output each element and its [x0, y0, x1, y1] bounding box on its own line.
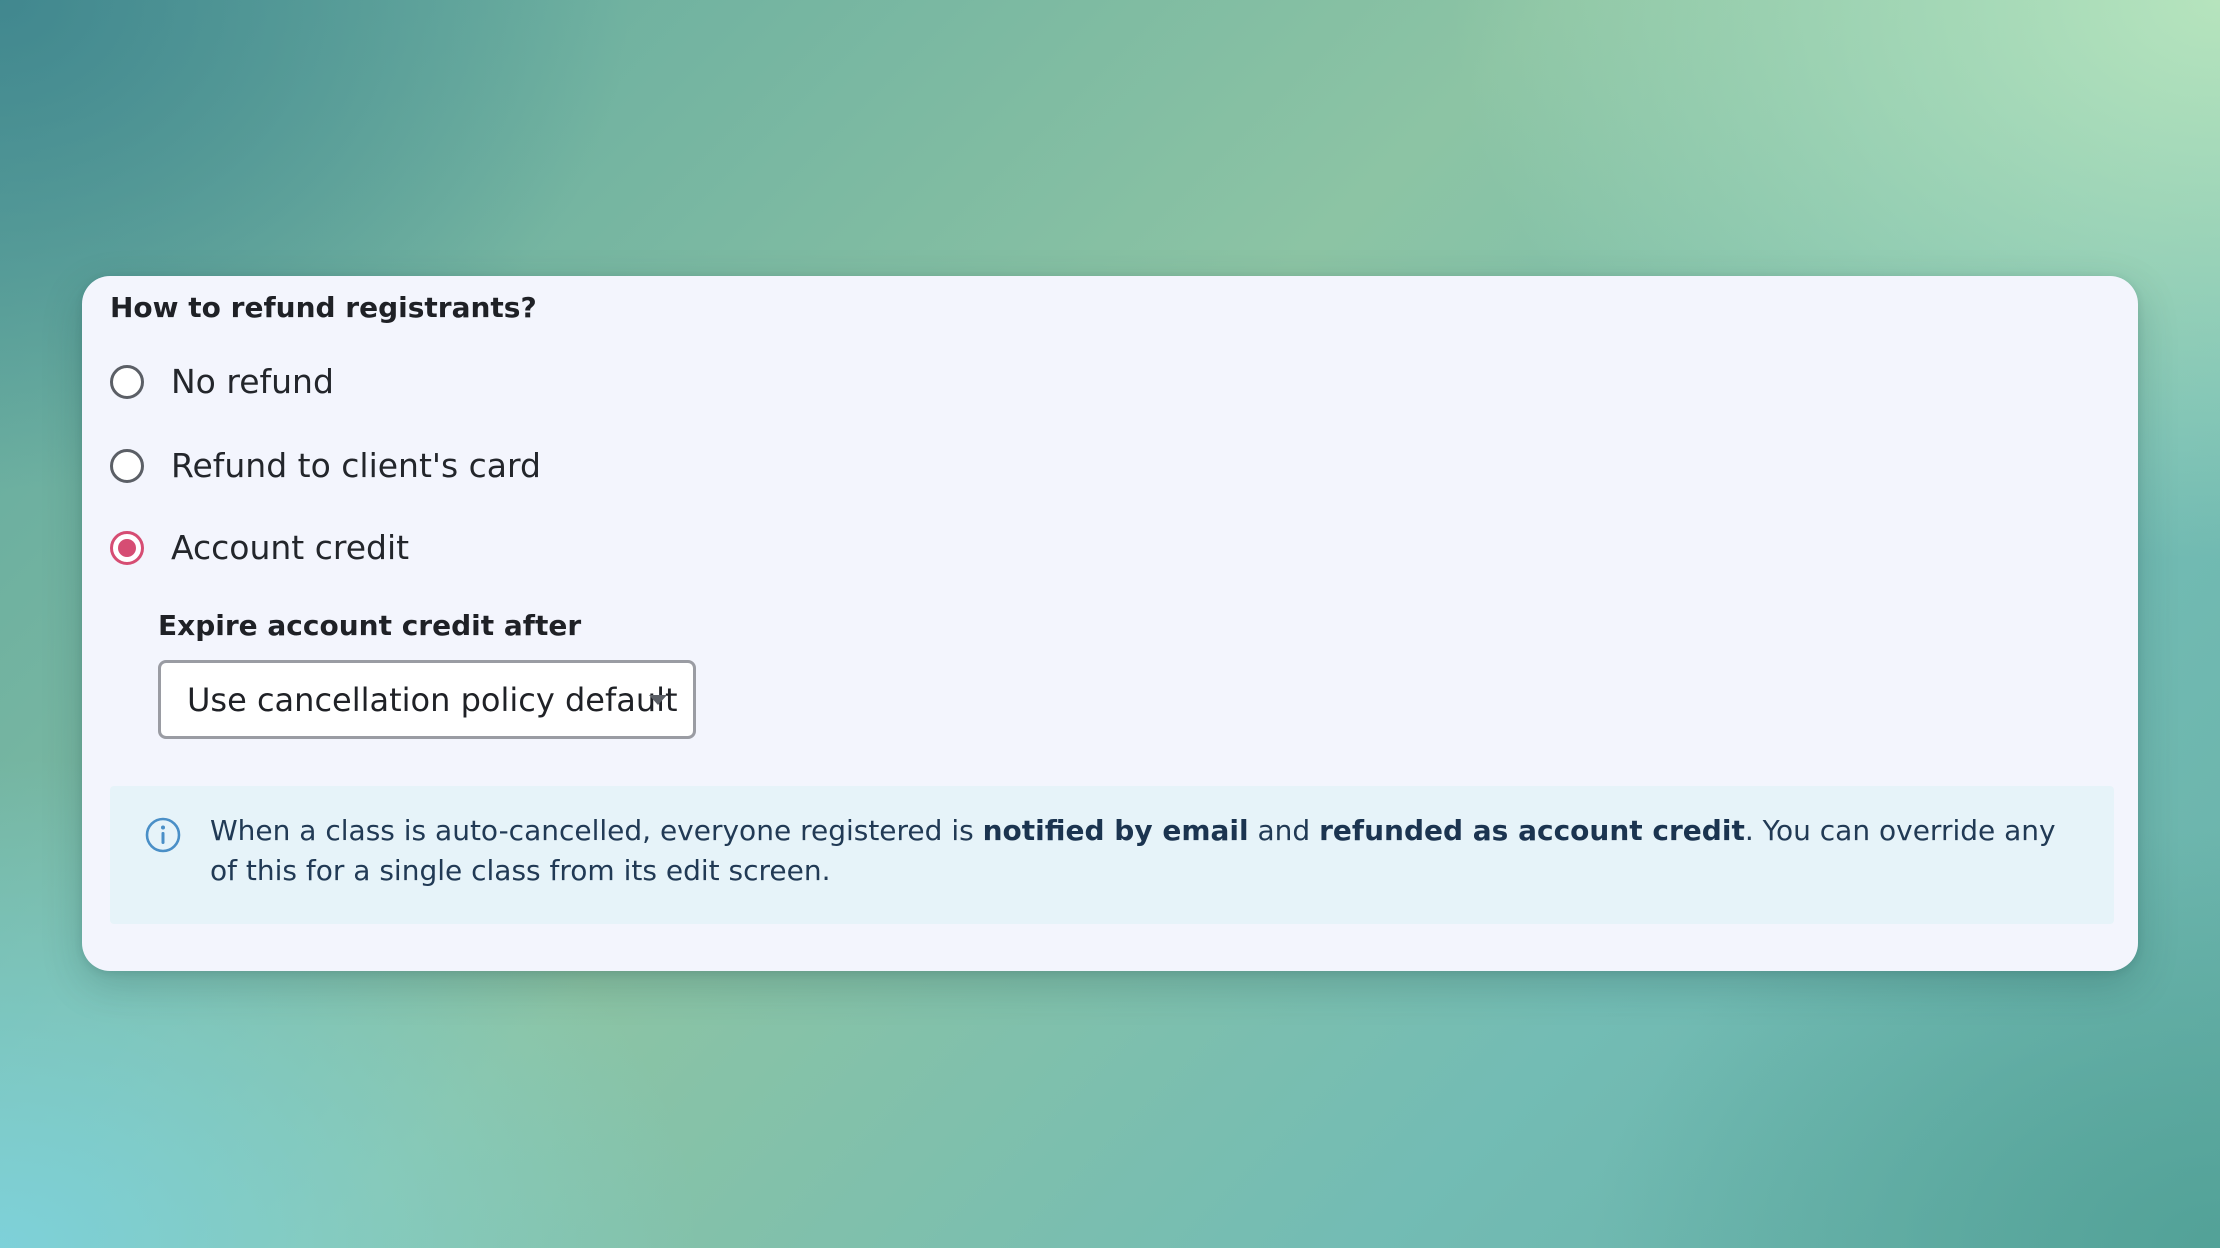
radio-button-refund-to-card[interactable] [110, 449, 144, 483]
info-callout-text: When a class is auto-cancelled, everyone… [210, 811, 2090, 891]
radio-button-account-credit[interactable] [110, 531, 144, 565]
expire-credit-select[interactable]: Use cancellation policy default [158, 660, 696, 739]
info-bold-refunded-as-credit: refunded as account credit [1319, 814, 1745, 847]
radio-option-account-credit[interactable]: Account credit [110, 528, 409, 568]
radio-option-no-refund[interactable]: No refund [110, 362, 334, 402]
info-callout: When a class is auto-cancelled, everyone… [110, 786, 2114, 924]
radio-option-refund-to-card[interactable]: Refund to client's card [110, 446, 541, 486]
refund-question-heading: How to refund registrants? [110, 291, 537, 324]
refund-settings-card: How to refund registrants? No refund Ref… [82, 276, 2138, 971]
radio-label-account-credit: Account credit [171, 528, 410, 567]
info-bold-notified-by-email: notified by email [982, 814, 1249, 847]
expire-credit-label: Expire account credit after [158, 609, 582, 642]
info-circle-icon [145, 817, 181, 853]
expire-credit-select-value: Use cancellation policy default [187, 680, 678, 719]
radio-label-refund-to-card: Refund to client's card [171, 446, 541, 485]
radio-button-no-refund[interactable] [110, 365, 144, 399]
info-text-part-2: and [1248, 814, 1320, 847]
radio-label-no-refund: No refund [171, 362, 334, 401]
chevron-down-icon [649, 694, 667, 705]
info-text-part-1: When a class is auto-cancelled, everyone… [210, 814, 983, 847]
